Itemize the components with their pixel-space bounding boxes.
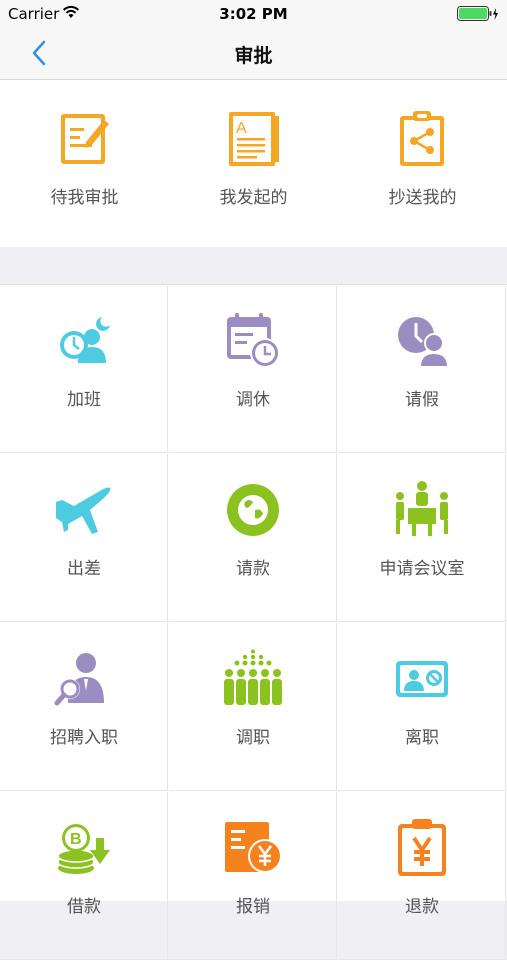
business-trip-label: 出差: [67, 559, 101, 579]
time-off-in-lieu-label: 调休: [236, 390, 270, 410]
borrow-coins-icon: B: [57, 824, 110, 874]
recruitment-onboarding-button[interactable]: 招聘入职: [0, 623, 168, 791]
resignation-button[interactable]: 离职: [338, 623, 506, 791]
initiated-by-me-label: 我发起的: [219, 188, 288, 208]
transfer-people-icon: [224, 649, 282, 705]
document-a-icon: A: [229, 112, 279, 166]
meeting-room-button[interactable]: 申请会议室: [338, 454, 506, 622]
clipboard-share-icon: [400, 111, 444, 166]
refund-button[interactable]: 退款: [338, 792, 506, 960]
overtime-icon: [60, 317, 110, 363]
time-off-in-lieu-button[interactable]: 调休: [169, 285, 337, 453]
approval-summary-section: 待我审批 A 我发起的 抄送我的: [0, 80, 507, 247]
recruit-search-person-icon: [54, 653, 104, 706]
payment-request-label: 请款: [236, 559, 270, 579]
meeting-room-label: 申请会议室: [379, 559, 465, 579]
refund-clipboard-yen-icon: [398, 819, 446, 876]
leave-request-button[interactable]: 请假: [338, 285, 506, 453]
pending-approval-label: 待我审批: [50, 188, 119, 208]
meeting-room-icon: [396, 481, 448, 536]
initiated-by-me-button[interactable]: A 我发起的: [169, 80, 338, 247]
overtime-label: 加班: [67, 390, 101, 410]
cc-to-me-button[interactable]: 抄送我的: [338, 80, 507, 247]
leave-request-label: 请假: [405, 390, 439, 410]
edit-document-icon: [61, 114, 109, 164]
reimburse-yen-icon: [225, 822, 282, 873]
payment-request-button[interactable]: 请款: [169, 454, 337, 622]
svg-text:B: B: [70, 831, 82, 848]
overtime-button[interactable]: 加班: [0, 285, 168, 453]
status-bar: Carrier 3:02 PM: [0, 0, 507, 28]
calendar-clock-icon: [227, 313, 280, 368]
reimbursement-label: 报销: [236, 897, 270, 917]
globe-icon: [227, 484, 279, 536]
borrow-money-label: 借款: [67, 897, 101, 917]
job-transfer-button[interactable]: 调职: [169, 623, 337, 791]
battery-icon: [457, 6, 498, 21]
nav-bar: 审批: [0, 28, 507, 80]
refund-label: 退款: [405, 897, 439, 917]
page-title: 审批: [234, 45, 273, 67]
recruitment-onboarding-label: 招聘入职: [50, 728, 118, 748]
business-trip-button[interactable]: 出差: [0, 454, 168, 622]
reimbursement-button[interactable]: 报销: [169, 792, 337, 960]
svg-text:A: A: [236, 120, 247, 137]
status-time: 3:02 PM: [219, 5, 288, 23]
pending-approval-button[interactable]: 待我审批: [0, 80, 169, 247]
airplane-icon: [56, 487, 111, 534]
cc-to-me-label: 抄送我的: [388, 188, 457, 208]
resign-id-card-icon: [396, 661, 448, 697]
job-transfer-label: 调职: [236, 728, 270, 748]
leave-clock-person-icon: [398, 317, 450, 368]
borrow-money-button[interactable]: B 借款: [0, 792, 168, 960]
resignation-label: 离职: [405, 728, 439, 748]
approval-type-grid: 加班 调休 请假 出差 请款 申请会议室 招聘入职 调职 离职 B 借款 报销 …: [0, 284, 507, 960]
